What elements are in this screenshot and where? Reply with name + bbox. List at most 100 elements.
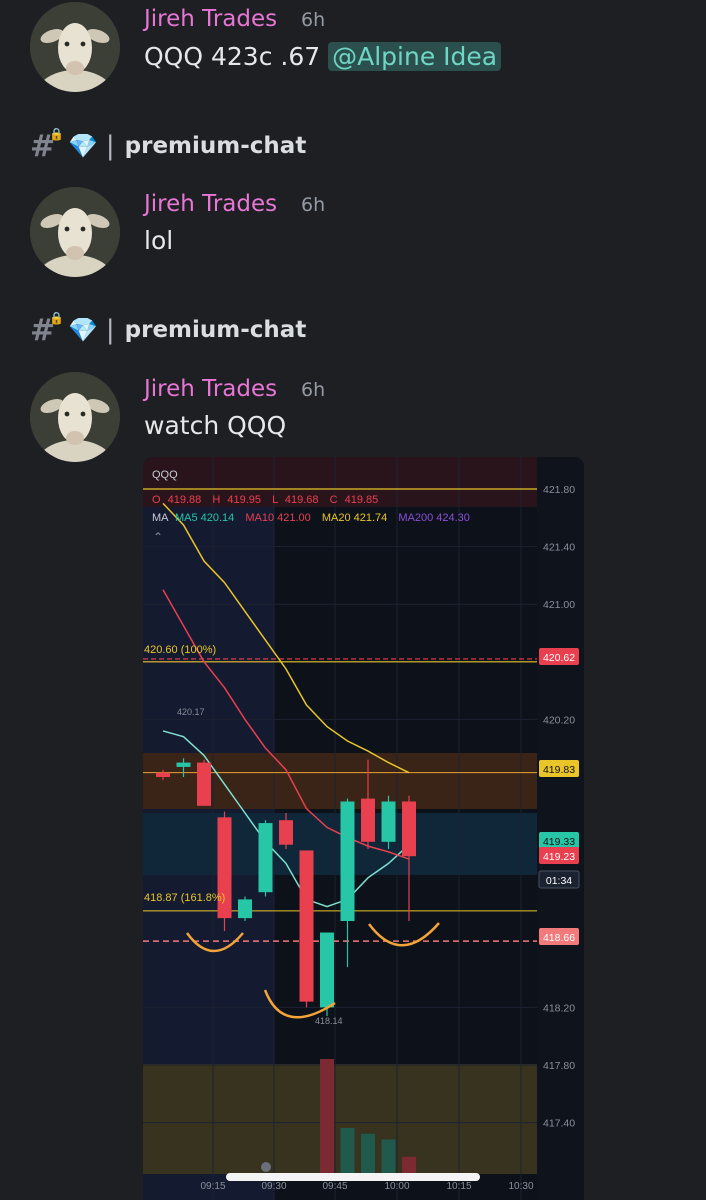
ohlc-low-label: L [272, 494, 278, 506]
avatar[interactable] [30, 187, 120, 277]
ohlc-open: 419.88 [168, 494, 202, 506]
lamb-avatar-icon [30, 2, 120, 92]
y-tick-label: 417.40 [543, 1118, 575, 1130]
chart-symbol: QQQ [152, 469, 178, 481]
price-tag-label: 01:34 [546, 875, 572, 887]
message-text: watch QQQ [144, 411, 287, 440]
ma10-legend: MA10 421.00 [245, 512, 310, 524]
candle-body [156, 772, 170, 777]
demand-zone [143, 813, 537, 875]
gem-emoji: 💎 [68, 132, 98, 160]
volume-bar [402, 1156, 416, 1174]
candle-body [361, 798, 375, 842]
scroll-indicator [261, 1162, 271, 1172]
ma20-legend: MA20 421.74 [322, 512, 387, 524]
volume-bar [320, 1059, 334, 1174]
home-indicator[interactable] [226, 1173, 480, 1181]
price-tag-label: 419.23 [543, 851, 575, 863]
candle-body [402, 801, 416, 857]
price-tag: 420.62 [539, 648, 579, 665]
timestamp: 6h [301, 194, 326, 216]
collapse-icon[interactable]: ⌃ [153, 530, 163, 544]
message-content: lol [144, 226, 173, 255]
channel-name[interactable]: premium-chat [125, 133, 307, 159]
lamb-avatar-icon [30, 187, 120, 277]
avatar[interactable] [30, 2, 120, 92]
candle-body [176, 762, 191, 767]
x-tick-label: 10:30 [508, 1181, 533, 1192]
channel-hash-icon: # 🔒 [30, 126, 64, 164]
timestamp: 6h [301, 379, 326, 401]
lamb-avatar-icon [30, 372, 120, 462]
x-tick-label: 09:45 [322, 1181, 347, 1192]
chart-image-attachment[interactable]: 421.80 421.40 421.00 420.20 418.20 417.80 417.… [143, 457, 584, 1200]
gem-emoji: 💎 [68, 316, 98, 344]
channel-header[interactable]: # 🔒 💎 | premium-chat [30, 126, 307, 164]
y-tick-label: 420.20 [543, 714, 575, 726]
candle-body [320, 932, 334, 1008]
separator: | [105, 131, 115, 161]
separator: | [105, 315, 115, 345]
x-tick-label: 10:15 [446, 1181, 471, 1192]
high-annotation: 420.17 [177, 707, 205, 717]
candlestick-chart: 421.80 421.40 421.00 420.20 418.20 417.80 417.… [143, 457, 584, 1200]
x-tick-label: 09:30 [261, 1181, 286, 1192]
price-tag: 418.66 [539, 928, 579, 945]
ohlc-low: 419.68 [285, 494, 319, 506]
fib-label-161: 418.87 (161.8%) [144, 892, 225, 904]
lock-icon: 🔒 [49, 310, 64, 325]
ma200-legend: MA200 424.30 [398, 512, 470, 524]
channel-hash-icon: # 🔒 [30, 310, 64, 348]
price-tag: 419.33 [539, 832, 579, 849]
y-tick-label: 421.80 [543, 484, 575, 496]
ma-legend: MA MA5 420.14 MA10 421.00 MA20 421.74 MA… [152, 512, 470, 524]
candle-body [258, 823, 273, 893]
message-text: lol [144, 226, 174, 255]
volume-bar [361, 1133, 375, 1174]
candle-body [238, 899, 252, 919]
candle-body [279, 820, 293, 845]
y-tick-label: 417.80 [543, 1060, 575, 1072]
lock-icon: 🔒 [49, 126, 64, 141]
channel-name[interactable]: premium-chat [125, 317, 307, 343]
low-annotation: 418.14 [315, 1016, 343, 1026]
x-tick-label: 09:15 [200, 1181, 225, 1192]
ohlc-high-label: H [212, 494, 220, 506]
price-tag-label: 419.33 [543, 836, 575, 848]
user-mention[interactable]: @Alpine Idea [328, 42, 502, 71]
price-tag: 01:34 [538, 870, 580, 889]
ohlc-high: 419.95 [227, 494, 261, 506]
volume-bar [381, 1139, 396, 1174]
y-tick-label: 418.20 [543, 1002, 575, 1014]
ohlc-close-label: C [330, 494, 338, 506]
price-tag: 419.83 [539, 760, 579, 777]
avatar[interactable] [30, 372, 120, 462]
ohlc-close: 419.85 [345, 494, 379, 506]
price-axis [537, 457, 584, 1200]
x-tick-label: 10:00 [384, 1181, 409, 1192]
author-name[interactable]: Jireh Trades [144, 191, 277, 217]
fib-label-100: 420.60 (100%) [144, 644, 216, 656]
candle-body [340, 801, 355, 921]
ma-legend-title: MA [152, 512, 169, 524]
candle-body [299, 850, 314, 1002]
volume-zone [143, 1064, 537, 1174]
author-name[interactable]: Jireh Trades [144, 6, 277, 32]
price-tag-label: 418.66 [543, 932, 575, 944]
price-tag-label: 420.62 [543, 652, 575, 664]
author-name[interactable]: Jireh Trades [144, 376, 277, 402]
y-tick-label: 421.00 [543, 599, 575, 611]
y-tick-label: 421.40 [543, 542, 575, 554]
price-tag-label: 419.83 [543, 764, 575, 776]
message-content: watch QQQ [144, 411, 286, 440]
timestamp: 6h [301, 9, 326, 31]
message-text: QQQ 423c .67 [144, 42, 321, 71]
candle-body [381, 801, 396, 842]
candle-body [197, 762, 211, 806]
price-tag: 419.23 [539, 847, 579, 864]
channel-header[interactable]: # 🔒 💎 | premium-chat [30, 310, 307, 348]
message-content: QQQ 423c .67 @Alpine Idea [144, 42, 502, 71]
ohlc-open-label: O [152, 494, 161, 506]
volume-bar [340, 1128, 355, 1174]
ma5-legend: MA5 420.14 [175, 512, 234, 524]
